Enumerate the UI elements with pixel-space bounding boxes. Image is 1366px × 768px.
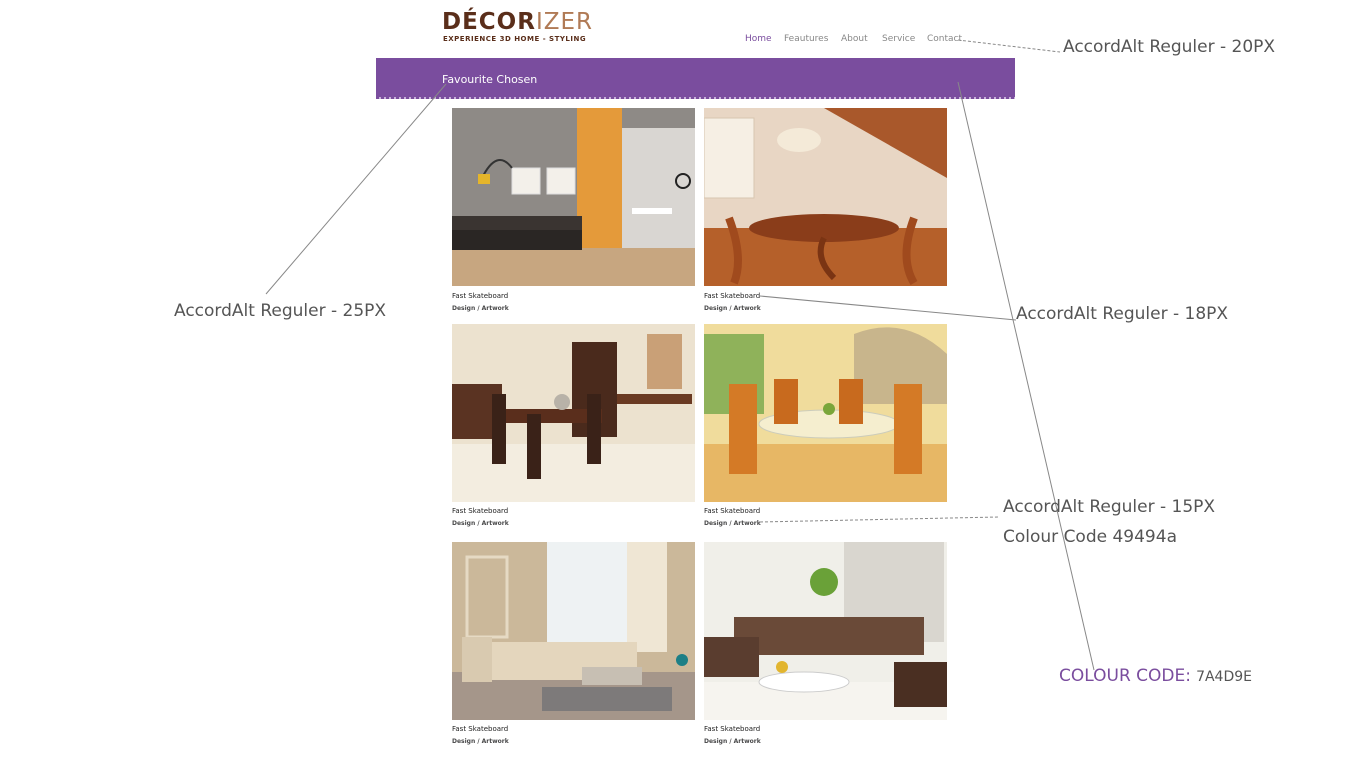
logo-tagline: EXPERIENCE 3D HOME - STYLING (443, 35, 587, 43)
dining-room-image (704, 108, 947, 286)
card-title[interactable]: Fast Skateboard (452, 725, 508, 733)
nav-about[interactable]: About (841, 34, 868, 44)
annotation-banner-font: AccordAlt Reguler - 25PX (174, 301, 387, 321)
nav-home[interactable]: Home (745, 34, 772, 44)
living-room-image (704, 542, 947, 720)
card-image-living-room-brown-sofa[interactable] (704, 542, 947, 720)
card-image-living-room-orange-wall[interactable] (452, 108, 695, 286)
card-title[interactable]: Fast Skateboard (704, 507, 760, 515)
card-title[interactable]: Fast Skateboard (704, 725, 760, 733)
annotation-title-font: AccordAlt Reguler - 18PX (1016, 304, 1229, 324)
annotation-nav-font: AccordAlt Reguler - 20PX (1063, 37, 1276, 57)
nav-features[interactable]: Feautures (784, 34, 828, 44)
dining-room-image (704, 324, 947, 502)
card-title[interactable]: Fast Skateboard (452, 507, 508, 515)
card-image-dining-room-wood-attic[interactable] (704, 108, 947, 286)
nav-service[interactable]: Service (882, 34, 915, 44)
card-title[interactable]: Fast Skateboard (704, 292, 760, 300)
card-subtitle: Design / Artwork (704, 305, 761, 312)
annotation-sub-colour: Colour Code 49494a (1003, 527, 1177, 547)
card-title[interactable]: Fast Skateboard (452, 292, 508, 300)
card-image-living-room-beige-sofa[interactable] (452, 542, 695, 720)
card-subtitle: Design / Artwork (452, 305, 509, 312)
card-image-dining-room-dark-wood[interactable] (452, 324, 695, 502)
living-room-image (452, 108, 695, 286)
dining-room-image (452, 324, 695, 502)
nav-contact[interactable]: Contact (927, 34, 962, 44)
annotation-colour-code: COLOUR CODE: 7A4D9E (1059, 666, 1252, 686)
card-subtitle: Design / Artwork (704, 520, 761, 527)
card-subtitle: Design / Artwork (452, 738, 509, 745)
card-subtitle: Design / Artwork (704, 738, 761, 745)
annotation-colour-label: COLOUR CODE: (1059, 666, 1191, 686)
card-subtitle: Design / Artwork (452, 520, 509, 527)
living-room-image (452, 542, 695, 720)
card-image-dining-room-orange-chairs[interactable] (704, 324, 947, 502)
banner-title: Favourite Chosen (442, 73, 538, 86)
annotation-colour-value: 7A4D9E (1196, 669, 1252, 685)
logo-light-text: IZER (535, 9, 594, 35)
annotation-sub-font: AccordAlt Reguler - 15PX (1003, 497, 1216, 517)
logo[interactable]: DÉCORIZER (442, 10, 593, 34)
logo-dark-text: DÉCOR (442, 9, 536, 35)
